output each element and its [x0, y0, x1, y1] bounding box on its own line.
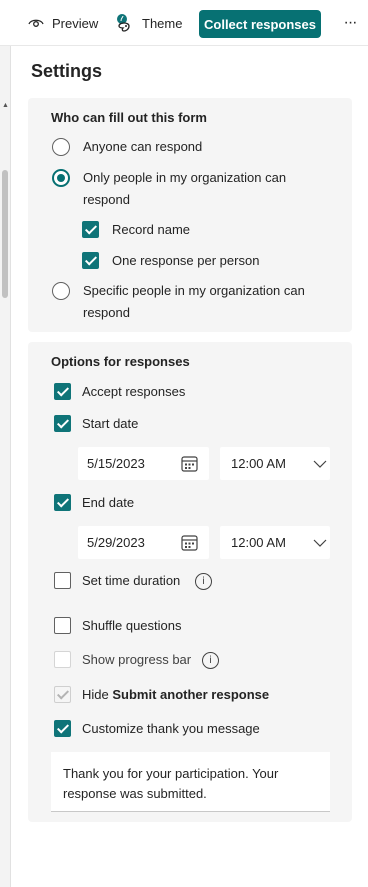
- thank-you-message-line2: response was submitted.: [63, 786, 207, 801]
- collect-responses-button[interactable]: Collect responses: [199, 10, 321, 38]
- preview-label: Preview: [52, 15, 99, 31]
- thank-you-message-line1: Thank you for your participation. Your: [63, 766, 279, 781]
- radio-specific-people[interactable]: [52, 282, 70, 300]
- hide-submit-prefix: Hide: [82, 687, 113, 702]
- thank-you-label: Customize thank you message: [82, 721, 260, 736]
- one-response-checkbox[interactable]: [82, 252, 99, 269]
- scroll-up-arrow-icon[interactable]: ▲: [2, 102, 9, 109]
- record-name-checkbox[interactable]: [82, 221, 99, 238]
- chevron-down-icon: [313, 539, 327, 547]
- start-date-checkbox[interactable]: [54, 415, 71, 432]
- settings-title: Settings: [31, 61, 103, 81]
- info-icon[interactable]: i: [202, 652, 219, 669]
- palette-icon: [117, 14, 130, 32]
- radio-specific-label-line2: respond: [83, 305, 130, 320]
- shuffle-questions-label: Shuffle questions: [82, 618, 182, 633]
- calendar-icon[interactable]: [181, 455, 198, 472]
- scrollbar-thumb[interactable]: [2, 170, 8, 298]
- end-date-value: 5/29/2023: [87, 535, 145, 550]
- accept-responses-checkbox[interactable]: [54, 383, 71, 400]
- time-duration-checkbox[interactable]: [54, 572, 71, 589]
- toolbar: Preview Theme Collect responses ···: [0, 0, 368, 46]
- start-time-select[interactable]: 12:00 AM: [220, 447, 330, 480]
- start-time-value: 12:00 AM: [231, 456, 286, 471]
- left-scrollbar[interactable]: ▲: [0, 46, 11, 887]
- thank-you-message-input[interactable]: Thank you for your participation. Your r…: [51, 752, 330, 812]
- accept-responses-label: Accept responses: [82, 384, 186, 399]
- eye-icon: [28, 19, 44, 27]
- one-response-label: One response per person: [112, 253, 260, 268]
- who-can-fill-card: Who can fill out this form Anyone can re…: [28, 98, 352, 332]
- hide-submit-label: Hide Submit another response: [82, 684, 269, 706]
- record-name-label: Record name: [112, 222, 191, 237]
- shuffle-questions-checkbox[interactable]: [54, 617, 71, 634]
- preview-button[interactable]: Preview: [28, 11, 98, 35]
- time-duration-label: Set time duration: [82, 573, 181, 588]
- progress-bar-checkbox[interactable]: [54, 651, 71, 668]
- hide-submit-checkbox: [54, 686, 71, 703]
- more-options-button[interactable]: ···: [339, 13, 361, 33]
- info-icon[interactable]: i: [195, 573, 212, 590]
- options-for-responses-card: [28, 342, 352, 822]
- chevron-down-icon: [313, 460, 327, 468]
- options-title: Options for responses: [51, 354, 190, 369]
- hide-submit-bold: Submit another response: [112, 687, 270, 702]
- end-time-select[interactable]: 12:00 AM: [220, 526, 330, 559]
- who-can-fill-title: Who can fill out this form: [51, 110, 207, 125]
- calendar-icon[interactable]: [181, 534, 198, 551]
- start-date-label: Start date: [82, 416, 139, 431]
- radio-anyone[interactable]: [52, 138, 70, 156]
- radio-specific-label: Specific people in my organization can: [83, 283, 305, 298]
- radio-organization-label-line2: respond: [83, 192, 130, 207]
- end-time-value: 12:00 AM: [231, 535, 286, 550]
- theme-button[interactable]: Theme: [116, 11, 182, 35]
- radio-anyone-label: Anyone can respond: [83, 139, 203, 154]
- end-date-label: End date: [82, 495, 135, 510]
- end-date-input[interactable]: 5/29/2023: [78, 526, 209, 559]
- progress-bar-label: Show progress bar: [82, 652, 192, 667]
- theme-label: Theme: [142, 15, 183, 31]
- end-date-checkbox[interactable]: [54, 494, 71, 511]
- start-date-input[interactable]: 5/15/2023: [78, 447, 209, 480]
- radio-organization[interactable]: [52, 169, 70, 187]
- start-date-value: 5/15/2023: [87, 456, 145, 471]
- thank-you-checkbox[interactable]: [54, 720, 71, 737]
- radio-organization-label: Only people in my organization can: [83, 170, 287, 185]
